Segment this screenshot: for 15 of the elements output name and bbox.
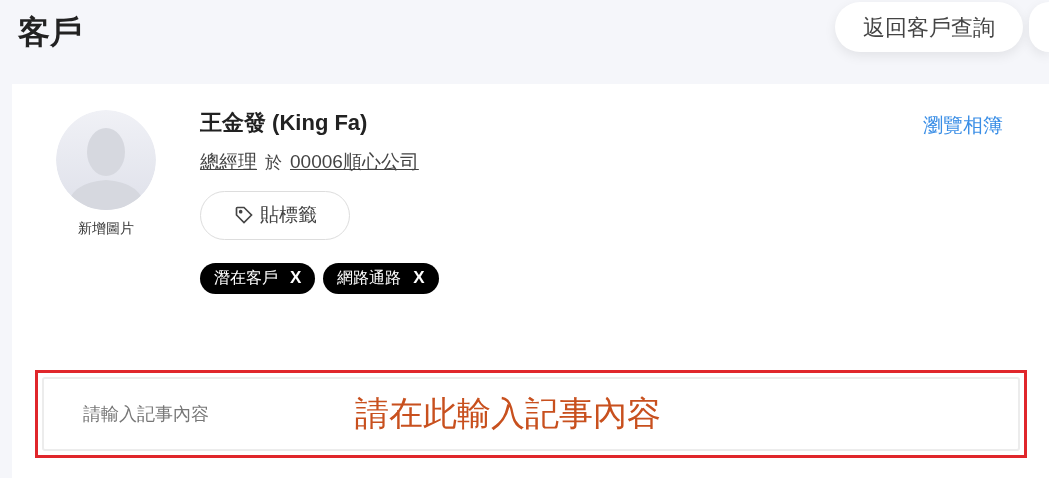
avatar-icon[interactable] bbox=[56, 110, 156, 210]
tag-icon bbox=[233, 205, 254, 225]
back-button[interactable]: 返回客戶查詢 bbox=[835, 2, 1023, 52]
tag-label: 網路通路 bbox=[337, 268, 402, 288]
customer-name: 王金發 (King Fa) bbox=[200, 109, 369, 137]
job-title-link[interactable]: 總經理 bbox=[200, 148, 257, 177]
tag-label: 潛在客戶 bbox=[214, 268, 278, 288]
company-link[interactable]: 00006順心公司 bbox=[290, 148, 419, 177]
page-title: 客戶 bbox=[18, 13, 82, 52]
tag-remove-button[interactable]: X bbox=[413, 265, 425, 291]
connector-text: 於 bbox=[265, 152, 282, 174]
album-link[interactable]: 瀏覽相簿 bbox=[923, 110, 1003, 294]
tag-remove-button[interactable]: X bbox=[290, 265, 302, 291]
annotation-text: 請在此輸入記事內容 bbox=[355, 393, 661, 434]
avatar-caption[interactable]: 新增圖片 bbox=[78, 218, 134, 239]
